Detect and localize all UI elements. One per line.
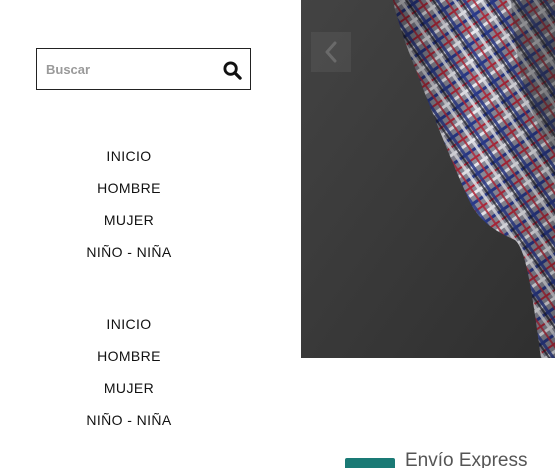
search-input[interactable] — [37, 49, 217, 89]
chevron-left-icon — [325, 41, 337, 63]
nav-item-inicio[interactable]: INICIO — [0, 308, 258, 340]
nav-item-nino-nina[interactable]: NIÑO - NIÑA — [0, 404, 258, 436]
nav-item-mujer[interactable]: MUJER — [0, 372, 258, 404]
shipping-label: Envío Express — [405, 450, 528, 468]
shipping-icon — [345, 458, 395, 468]
hero-slider — [301, 0, 555, 358]
search-button[interactable] — [220, 58, 244, 82]
hero-prev-button[interactable] — [311, 32, 351, 72]
nav-item-hombre[interactable]: HOMBRE — [0, 172, 258, 204]
nav-item-inicio[interactable]: INICIO — [0, 140, 258, 172]
main-nav: INICIO HOMBRE MUJER NIÑO - NIÑA — [0, 140, 258, 268]
nav-item-mujer[interactable]: MUJER — [0, 204, 258, 236]
search-box — [36, 48, 251, 90]
search-icon — [222, 60, 242, 80]
nav-item-hombre[interactable]: HOMBRE — [0, 340, 258, 372]
secondary-nav: INICIO HOMBRE MUJER NIÑO - NIÑA — [0, 308, 258, 436]
nav-item-nino-nina[interactable]: NIÑO - NIÑA — [0, 236, 258, 268]
